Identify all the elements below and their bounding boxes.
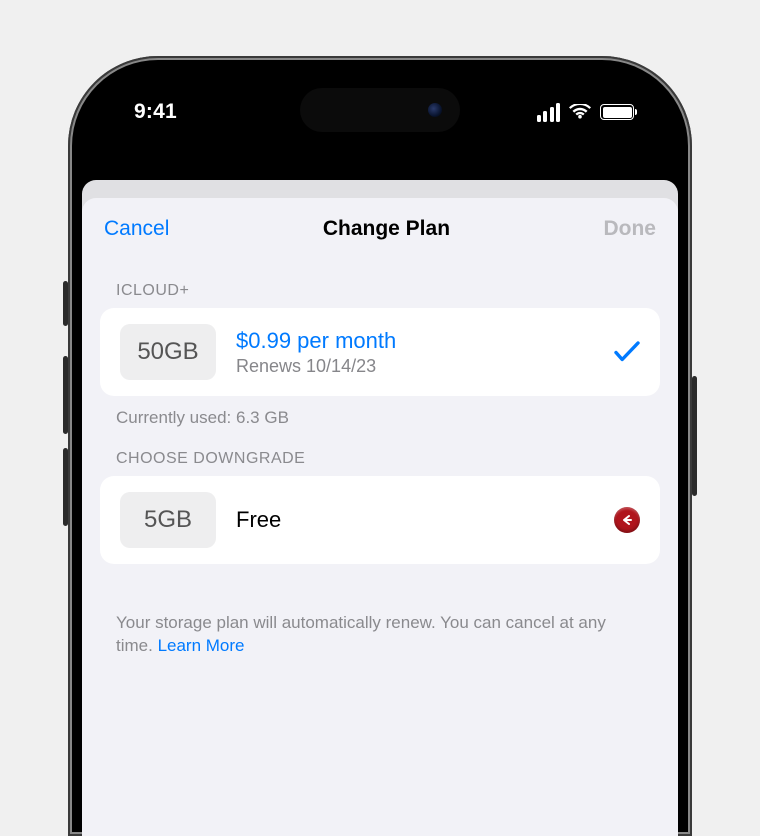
plan-price: $0.99 per month [236,328,594,354]
cellular-signal-icon [537,103,561,122]
battery-icon [600,104,634,120]
section-header-downgrade: CHOOSE DOWNGRADE [82,428,678,476]
plan-size-badge: 50GB [120,324,216,380]
page-title: Change Plan [323,217,450,241]
footer-note: Your storage plan will automatically ren… [82,564,678,658]
plan-free-label: Free [236,507,594,533]
phone-side-button [63,281,68,326]
checkmark-icon [614,341,640,363]
plan-row-downgrade[interactable]: 5GB Free [100,476,660,564]
pointer-badge-icon [614,507,640,533]
phone-frame: 9:41 Cancel Change Plan Done [68,56,692,836]
phone-power-button [692,376,697,496]
done-button[interactable]: Done [603,217,656,241]
modal-sheet: Cancel Change Plan Done ICLOUD+ 50GB $0.… [82,198,678,836]
plan-row-current[interactable]: 50GB $0.99 per month Renews 10/14/23 [100,308,660,396]
learn-more-link[interactable]: Learn More [158,636,245,655]
section-header-icloud-plus: ICLOUD+ [82,260,678,308]
screen: 9:41 Cancel Change Plan Done [82,70,678,836]
plan-size-badge: 5GB [120,492,216,548]
dynamic-island [300,88,460,132]
cancel-button[interactable]: Cancel [104,217,169,241]
status-bar: 9:41 [82,70,678,180]
wifi-icon [569,104,591,120]
phone-volume-down-button [63,448,68,526]
phone-volume-up-button [63,356,68,434]
plan-renews: Renews 10/14/23 [236,356,594,377]
status-time: 9:41 [134,100,177,124]
current-usage-text: Currently used: 6.3 GB [82,396,678,428]
nav-bar: Cancel Change Plan Done [82,198,678,260]
